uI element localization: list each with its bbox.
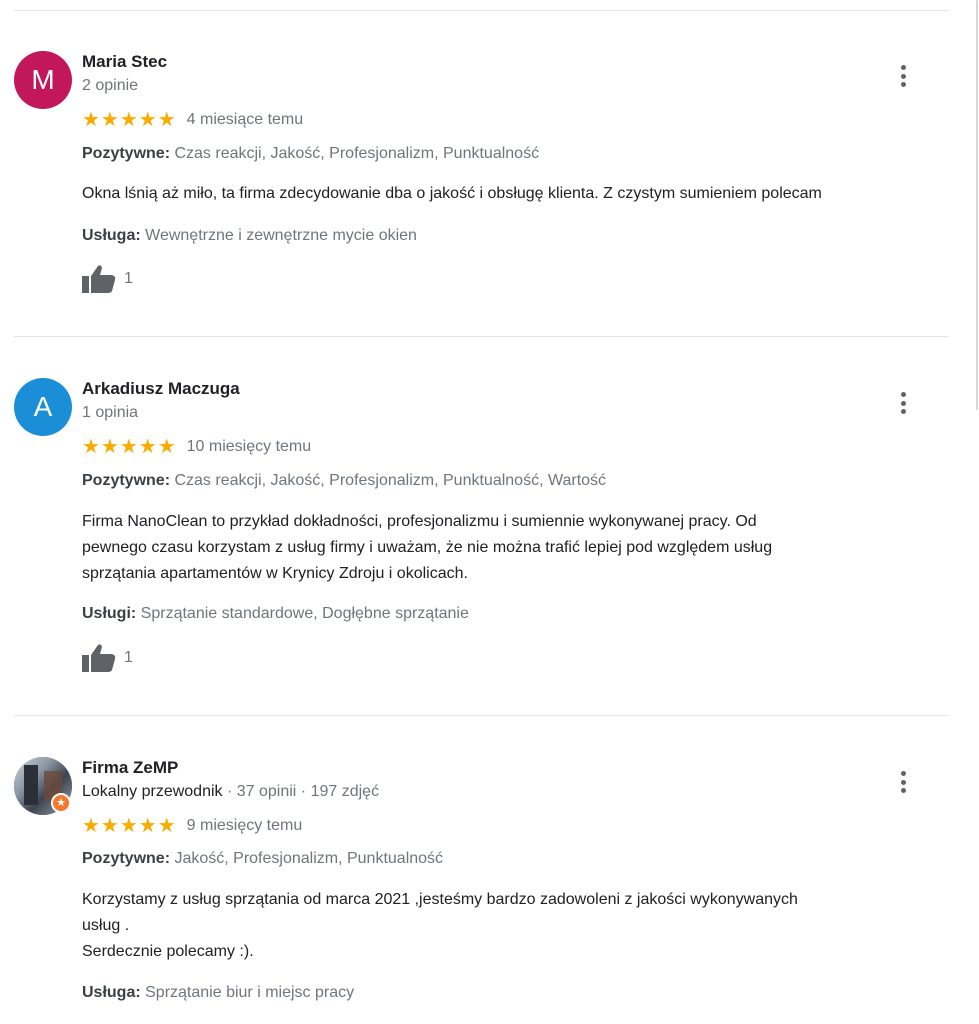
review-date: 4 miesiące temu	[186, 111, 304, 128]
service-value: Sprzątanie standardowe, Dogłębne sprząta…	[140, 605, 469, 622]
dot-icon	[900, 779, 906, 785]
like-count: 1	[124, 270, 133, 287]
review-text-line: pewnego czasu korzystam z usług firmy i …	[82, 539, 773, 556]
positive-label: Pozytywne:	[82, 472, 171, 489]
positive-value: Czas reakcji, Jakość, Profesjonalizm, Pu…	[174, 145, 540, 162]
rating-stars: ★★★★★	[82, 815, 177, 837]
review-text-line: sprzątania apartamentów w Krynicy Zdroju…	[82, 565, 468, 582]
thumbs-up-icon	[82, 644, 116, 672]
review-date: 9 miesięcy temu	[186, 817, 303, 834]
like-button[interactable]: 1	[82, 264, 133, 294]
service-label: Usługa:	[82, 984, 141, 1001]
avatar-letter: A	[33, 391, 53, 422]
positive-attributes: Pozytywne: Jakość, Profesjonalizm, Punkt…	[82, 850, 443, 868]
positive-value: Czas reakcji, Jakość, Profesjonalizm, Pu…	[174, 472, 607, 489]
avatar[interactable]: M	[14, 51, 72, 109]
star-badge-icon: ★	[51, 793, 71, 813]
reviewer-meta: 1 opinia	[82, 404, 139, 421]
review-text: Okna lśnią aż miło, ta firma zdecydowani…	[82, 181, 952, 207]
reviewer-meta: 2 opinie	[82, 77, 139, 94]
review-text: Firma NanoClean to przykład dokładności,…	[82, 509, 952, 587]
reviewer-name[interactable]: Maria Stec	[82, 52, 167, 72]
service-info: Usługi: Sprzątanie standardowe, Dogłębne…	[82, 605, 469, 623]
dot-icon	[900, 73, 906, 79]
service-info: Usługa: Wewnętrzne i zewnętrzne mycie ok…	[82, 227, 417, 245]
local-guide-label[interactable]: Lokalny przewodnik	[82, 783, 223, 800]
reviewer-stats: · 37 opinii · 197 zdjęć	[222, 783, 380, 800]
positive-label: Pozytywne:	[82, 850, 171, 867]
review-text: Korzystamy z usług sprzątania od marca 2…	[82, 887, 952, 965]
review-text-line: usług .	[82, 917, 130, 934]
review-text-line: Korzystamy z usług sprzątania od marca 2…	[82, 891, 798, 908]
rating-row: ★★★★★ 9 miesięcy temu	[82, 816, 302, 836]
review-text-line: Serdecznie polecamy :).	[82, 943, 254, 960]
positive-value: Jakość, Profesjonalizm, Punktualność	[174, 850, 444, 867]
thumbs-up-icon	[82, 265, 116, 293]
more-options-button[interactable]	[892, 390, 914, 416]
dot-icon	[900, 65, 906, 70]
more-options-button[interactable]	[892, 769, 914, 795]
like-count: 1	[124, 649, 133, 666]
reviewer-name[interactable]: Arkadiusz Maczuga	[82, 379, 240, 399]
service-info: Usługa: Sprzątanie biur i miejsc pracy	[82, 984, 354, 1002]
avatar-letter: M	[31, 64, 55, 95]
service-value: Sprzątanie biur i miejsc pracy	[145, 984, 355, 1001]
review-text-line: Okna lśnią aż miło, ta firma zdecydowani…	[82, 185, 822, 202]
dot-icon	[900, 392, 906, 397]
positive-attributes: Pozytywne: Czas reakcji, Jakość, Profesj…	[82, 145, 539, 163]
avatar[interactable]: A	[14, 378, 72, 436]
rating-row: ★★★★★ 4 miesiące temu	[82, 110, 303, 130]
dot-icon	[900, 409, 906, 414]
review-date: 10 miesięcy temu	[186, 438, 312, 455]
rating-stars: ★★★★★	[82, 109, 177, 131]
reviewer-name[interactable]: Firma ZeMP	[82, 758, 178, 778]
dot-icon	[900, 771, 906, 776]
dot-icon	[900, 400, 906, 406]
service-label: Usługa:	[82, 227, 141, 244]
rating-stars: ★★★★★	[82, 436, 177, 458]
service-label: Usługi:	[82, 605, 137, 622]
positive-attributes: Pozytywne: Czas reakcji, Jakość, Profesj…	[82, 472, 606, 490]
dot-icon	[900, 788, 906, 793]
more-options-button[interactable]	[892, 63, 914, 89]
avatar[interactable]: ★	[14, 757, 72, 815]
like-button[interactable]: 1	[82, 643, 133, 673]
review-card: ★ Firma ZeMP Lokalny przewodnik · 37 opi…	[0, 716, 960, 1024]
review-card: A Arkadiusz Maczuga 1 opinia ★★★★★ 10 mi…	[0, 337, 960, 715]
reviewer-meta: Lokalny przewodnik · 37 opinii · 197 zdj…	[82, 783, 379, 801]
rating-row: ★★★★★ 10 miesięcy temu	[82, 437, 311, 457]
scrollbar-thumb[interactable]	[976, 0, 978, 410]
review-text-line: Firma NanoClean to przykład dokładności,…	[82, 513, 757, 530]
review-card: M Maria Stec 2 opinie ★★★★★ 4 miesiące t…	[0, 0, 960, 336]
positive-label: Pozytywne:	[82, 145, 171, 162]
service-value: Wewnętrzne i zewnętrzne mycie okien	[145, 227, 417, 244]
dot-icon	[900, 82, 906, 87]
